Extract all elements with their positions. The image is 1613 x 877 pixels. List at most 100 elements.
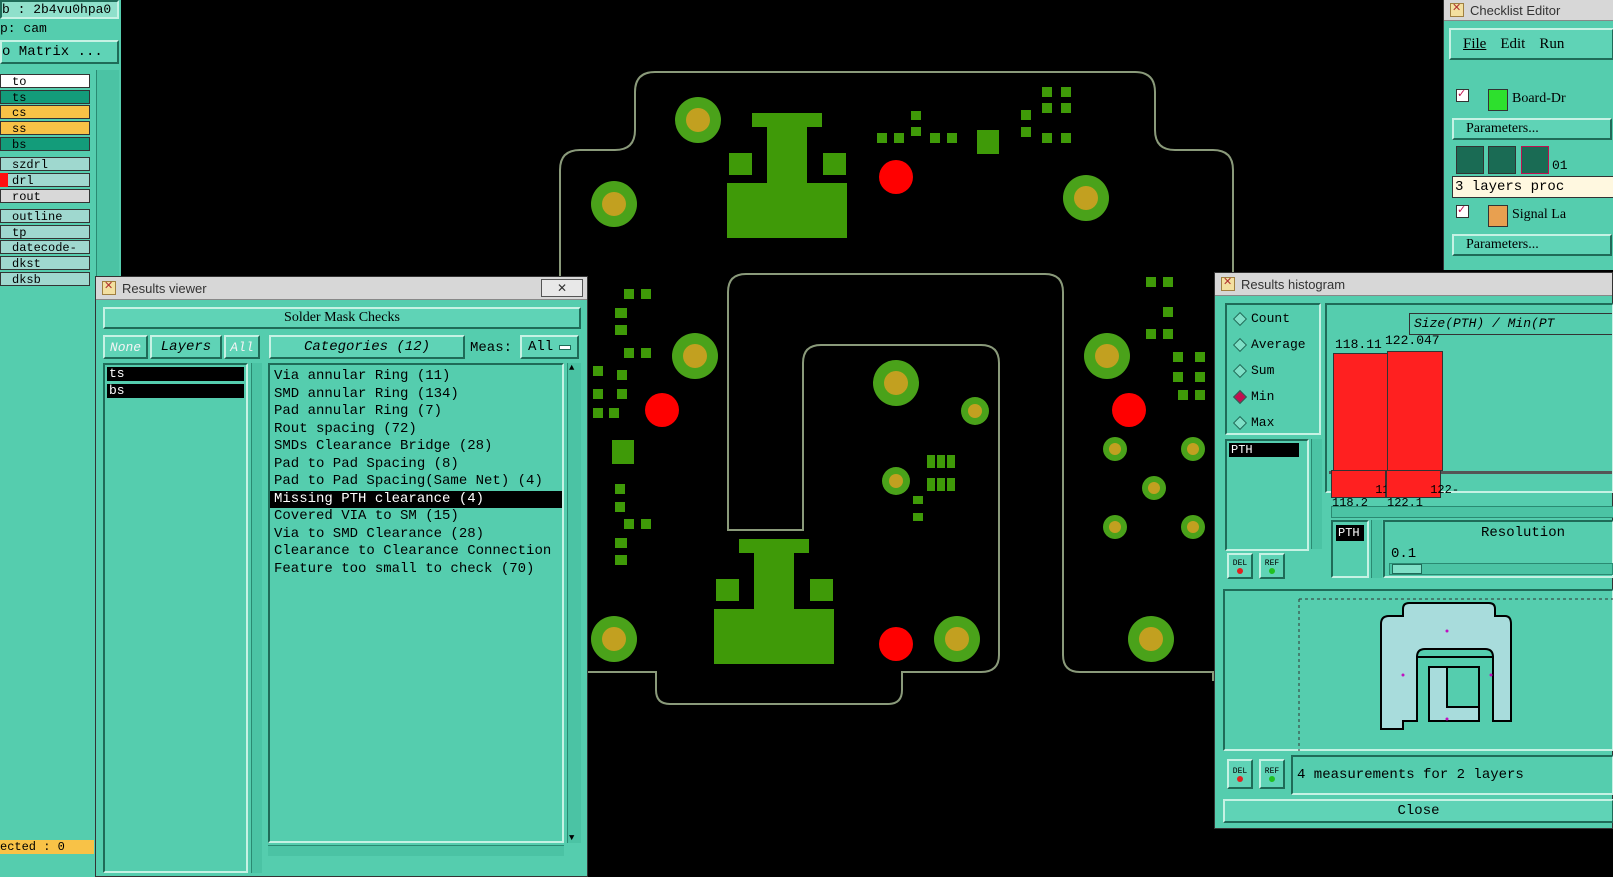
type-selector-box[interactable]: PTH xyxy=(1331,520,1369,578)
checklist-editor-titlebar[interactable]: Checklist Editor xyxy=(1444,0,1613,21)
feature-type-item[interactable]: PTH xyxy=(1229,443,1299,457)
copper-t-top xyxy=(727,113,847,238)
run-icon[interactable] xyxy=(1456,146,1484,174)
close-icon[interactable]: ✕ xyxy=(541,279,583,297)
stat-radio-max[interactable]: Max xyxy=(1232,415,1275,430)
layer-item-ts[interactable]: ts xyxy=(0,90,90,105)
none-button[interactable]: None xyxy=(103,335,148,359)
stat-radio-min[interactable]: Min xyxy=(1232,389,1274,404)
del-icon[interactable]: DEL xyxy=(1227,759,1253,789)
category-item[interactable]: Pad to Pad Spacing (8) xyxy=(270,456,562,474)
stat-radio-sum[interactable]: Sum xyxy=(1232,363,1274,378)
categories-button[interactable]: Categories (12) xyxy=(269,335,465,359)
step-name-text: p: cam xyxy=(0,21,47,36)
category-item[interactable]: Via annular Ring (11) xyxy=(270,368,562,386)
checkbox-icon[interactable]: ✓ xyxy=(1456,89,1469,102)
chart-title: Size(PTH) / Min(PT xyxy=(1414,316,1555,331)
layer-result-item[interactable]: bs xyxy=(107,384,244,398)
layer-item-label: cs xyxy=(12,106,27,120)
results-histogram-window: Results histogram CountAverageSumMinMax … xyxy=(1214,272,1613,829)
layer-item-label: drl xyxy=(12,174,34,188)
layer-list-scrollbar[interactable] xyxy=(251,363,262,873)
category-item[interactable]: SMD annular Ring (134) xyxy=(270,386,562,404)
bin-label[interactable]: 118.1- 118.2 xyxy=(1331,470,1418,510)
layer-item-outline[interactable]: outline xyxy=(0,209,90,224)
type-selector-item[interactable]: PTH xyxy=(1336,525,1364,541)
checklist-item-2[interactable]: ✓ Signal La xyxy=(1452,202,1612,228)
feature-type-list[interactable]: PTH xyxy=(1225,439,1309,551)
resolution-label: Resolution xyxy=(1481,525,1566,541)
run-icon[interactable] xyxy=(1488,146,1516,174)
indicator-dot-icon xyxy=(1237,567,1243,574)
layer-scroll-track[interactable] xyxy=(96,70,119,280)
radio-diamond-icon xyxy=(1232,363,1248,378)
close-button[interactable]: Close xyxy=(1223,799,1613,823)
radio-diamond-icon xyxy=(1232,415,1248,430)
stat-radio-average[interactable]: Average xyxy=(1232,337,1306,352)
menu-run[interactable]: Run xyxy=(1539,36,1564,53)
menu-file[interactable]: File xyxy=(1463,36,1486,53)
layers-button[interactable]: Layers xyxy=(150,335,222,359)
board-preview-svg[interactable] xyxy=(1225,591,1613,753)
del-icon[interactable]: DEL xyxy=(1227,553,1253,579)
stat-radio-count[interactable]: Count xyxy=(1232,311,1290,326)
histogram-bar[interactable] xyxy=(1387,351,1443,471)
bin-label[interactable]: 122- 122.1 xyxy=(1386,470,1459,510)
results-histogram-titlebar[interactable]: Results histogram xyxy=(1215,273,1612,296)
layer-result-item[interactable]: ts xyxy=(107,367,244,381)
layer-item-to[interactable]: to xyxy=(0,74,90,89)
resolution-slider[interactable] xyxy=(1389,563,1613,575)
layer-item-datecode-ptc[interactable]: datecode-ptc xyxy=(0,240,90,269)
layer-results-list[interactable]: ts bs xyxy=(103,363,248,873)
parameters-button-2[interactable]: Parameters... xyxy=(1452,234,1612,256)
run-icon[interactable] xyxy=(1521,146,1549,174)
matrix-button[interactable]: o Matrix ... xyxy=(0,40,119,64)
layer-item-cs[interactable]: cs xyxy=(0,105,90,120)
category-item[interactable]: Pad to Pad Spacing(Same Net) (4) xyxy=(270,473,562,491)
stat-radio-label: Max xyxy=(1251,415,1275,430)
layer-item-ss[interactable]: ss xyxy=(0,121,90,136)
scroll-up-icon[interactable]: ▲ xyxy=(569,363,574,373)
category-item[interactable]: Rout spacing (72) xyxy=(270,421,562,439)
parameters-button-2-label: Parameters... xyxy=(1466,237,1539,252)
histogram-hscrollbar[interactable] xyxy=(1331,506,1613,518)
checklist-item-1[interactable]: ✓ Board-Dr xyxy=(1452,86,1612,112)
ref-icon[interactable]: REF xyxy=(1259,759,1285,789)
stat-radio-label: Average xyxy=(1251,337,1306,352)
category-item[interactable]: SMDs Clearance Bridge (28) xyxy=(270,438,562,456)
category-item[interactable]: Missing PTH clearance (4) xyxy=(270,490,562,508)
category-item[interactable]: Covered VIA to SM (15) xyxy=(270,508,562,526)
category-item[interactable]: Via to SMD Clearance (28) xyxy=(270,526,562,544)
layer-item-rout[interactable]: rout xyxy=(0,189,90,204)
feature-type-scrollbar[interactable] xyxy=(1311,439,1322,549)
all-button[interactable]: All xyxy=(224,335,260,359)
ref-icon[interactable]: REF xyxy=(1259,553,1285,579)
scroll-down-icon[interactable]: ▼ xyxy=(569,833,574,843)
layer-item-tp[interactable]: tp xyxy=(0,225,90,240)
layer-item-bs[interactable]: bs xyxy=(0,137,90,152)
category-hscrollbar[interactable] xyxy=(268,845,564,856)
layer-result-label: ts xyxy=(109,366,125,381)
layer-item-dkst[interactable]: dkst xyxy=(0,256,90,271)
ref-icon-label: REF xyxy=(1264,558,1280,568)
category-item[interactable]: Feature too small to check (70) xyxy=(270,561,562,579)
results-viewer-titlebar[interactable]: Results viewer ✕ xyxy=(96,277,587,300)
layer-item-drl[interactable]: drl xyxy=(0,173,90,188)
type-selector-scrollbar[interactable] xyxy=(1371,520,1382,578)
category-list[interactable]: Via annular Ring (11) SMD annular Ring (1… xyxy=(268,363,564,843)
close-button-label: Close xyxy=(1397,803,1440,819)
category-item[interactable]: Clearance to Clearance Connection xyxy=(270,543,562,561)
histogram-bar[interactable] xyxy=(1333,353,1389,471)
menu-edit[interactable]: Edit xyxy=(1500,36,1525,53)
checkbox-icon[interactable]: ✓ xyxy=(1456,205,1469,218)
histogram-chart-area: Size(PTH) / Min(PT 118.11 122.047 xyxy=(1325,303,1613,493)
parameters-button-1[interactable]: Parameters... xyxy=(1452,118,1612,140)
layer-item-szdrl[interactable]: szdrl xyxy=(0,157,90,172)
category-item[interactable]: Pad annular Ring (7) xyxy=(270,403,562,421)
category-scrollbar[interactable]: ▲ ▼ xyxy=(567,363,581,843)
checklist-item-2-label: Signal La xyxy=(1512,207,1567,222)
meas-dropdown[interactable]: All xyxy=(520,335,579,359)
solder-mask-checks-header[interactable]: Solder Mask Checks xyxy=(103,307,581,329)
layer-item-dksb[interactable]: dksb xyxy=(0,272,90,287)
resolution-slider-thumb[interactable] xyxy=(1392,564,1422,574)
